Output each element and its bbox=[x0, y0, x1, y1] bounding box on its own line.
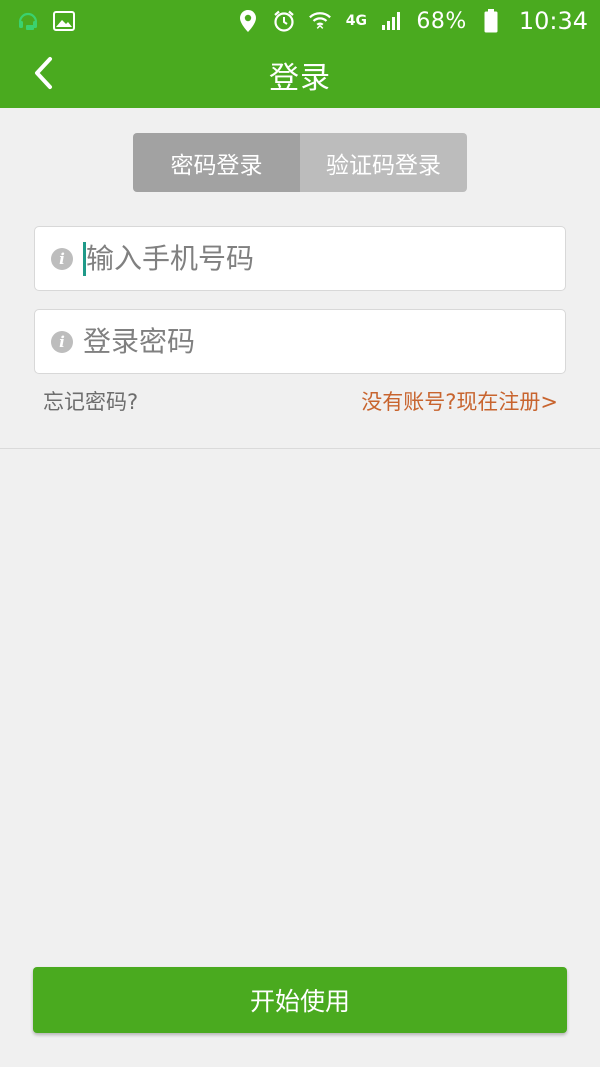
signal-icon bbox=[380, 9, 404, 33]
password-field: i bbox=[34, 309, 566, 374]
battery-icon bbox=[479, 9, 503, 33]
headset-app-icon bbox=[16, 9, 40, 33]
tab-code-login[interactable]: 验证码登录 bbox=[300, 133, 467, 192]
status-left bbox=[16, 9, 76, 33]
battery-percent: 68% bbox=[416, 8, 467, 34]
status-right: 4G 68% 10:34 bbox=[236, 7, 588, 35]
back-button[interactable] bbox=[20, 52, 66, 98]
alarm-icon bbox=[272, 9, 296, 33]
page-title: 登录 bbox=[269, 61, 331, 96]
phone-input[interactable] bbox=[86, 227, 565, 290]
clock-time: 10:34 bbox=[518, 7, 588, 35]
wifi-icon bbox=[308, 9, 332, 33]
chevron-left-icon bbox=[32, 56, 54, 94]
info-icon: i bbox=[51, 330, 73, 353]
register-link[interactable]: 没有账号?现在注册> bbox=[361, 386, 558, 416]
start-button[interactable]: 开始使用 bbox=[33, 967, 567, 1033]
login-mode-tabs: 密码登录 验证码登录 bbox=[133, 133, 467, 192]
status-bar: 4G 68% 10:34 bbox=[0, 0, 600, 42]
network-label: 4G bbox=[345, 13, 368, 29]
phone-field: i bbox=[34, 226, 566, 291]
tab-password-login[interactable]: 密码登录 bbox=[133, 133, 300, 192]
divider bbox=[0, 448, 600, 449]
password-input[interactable] bbox=[83, 310, 565, 373]
location-icon bbox=[236, 9, 260, 33]
forgot-password-link[interactable]: 忘记密码? bbox=[43, 386, 138, 416]
network-4g-icon: 4G bbox=[344, 9, 368, 33]
app-bar: 登录 bbox=[0, 42, 600, 108]
gallery-icon bbox=[52, 9, 76, 33]
info-icon: i bbox=[51, 247, 73, 270]
